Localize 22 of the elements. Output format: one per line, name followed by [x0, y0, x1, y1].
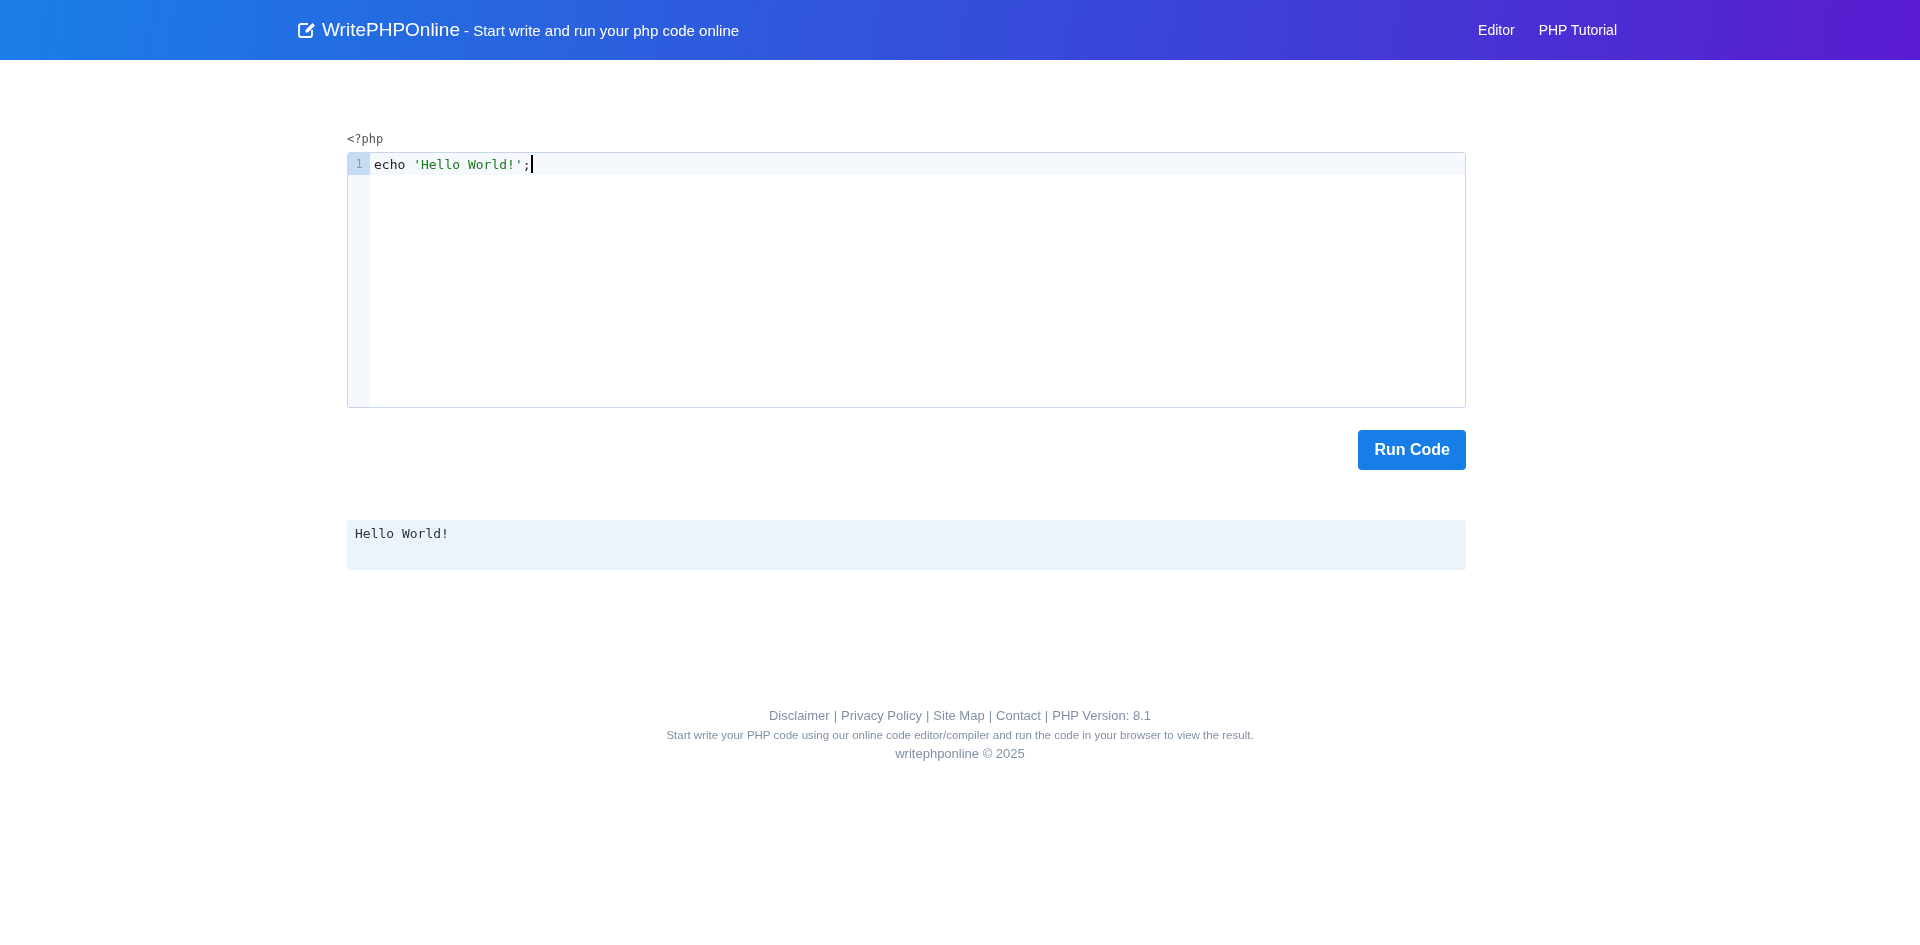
separator: |: [1044, 707, 1049, 725]
separator: |: [925, 707, 930, 725]
footer-description: Start write your PHP code using our online code editor/compiler and run the code in your browser to view the result.: [665, 728, 1255, 743]
copyright: writephponline © 2025: [894, 745, 1026, 763]
run-code-button[interactable]: Run Code: [1358, 430, 1466, 470]
output-text: Hello World!: [355, 526, 449, 541]
tagline: - Start write and run your php code online: [464, 21, 740, 39]
php-open-tag: <?php: [347, 132, 1466, 146]
code-line: echo 'Hello World!';: [373, 156, 531, 172]
nav-link[interactable]: PHP Tutorial: [1538, 22, 1617, 38]
separator: |: [988, 707, 993, 725]
footer-link[interactable]: Contact: [996, 706, 1041, 726]
code-editor[interactable]: 1 echo 'Hello World!';: [347, 152, 1466, 408]
separator: |: [833, 707, 838, 725]
php-version: PHP Version: 8.1: [1052, 707, 1151, 725]
nav-link[interactable]: Editor: [1478, 22, 1515, 38]
footer-link[interactable]: Disclaimer: [768, 706, 830, 726]
brand-link[interactable]: WritePHPOnline: [322, 19, 460, 41]
edit-icon: [298, 22, 316, 38]
line-number: 1: [348, 153, 370, 175]
footer-link[interactable]: Privacy Policy: [841, 706, 922, 726]
footer-link[interactable]: Site Map: [933, 706, 985, 726]
